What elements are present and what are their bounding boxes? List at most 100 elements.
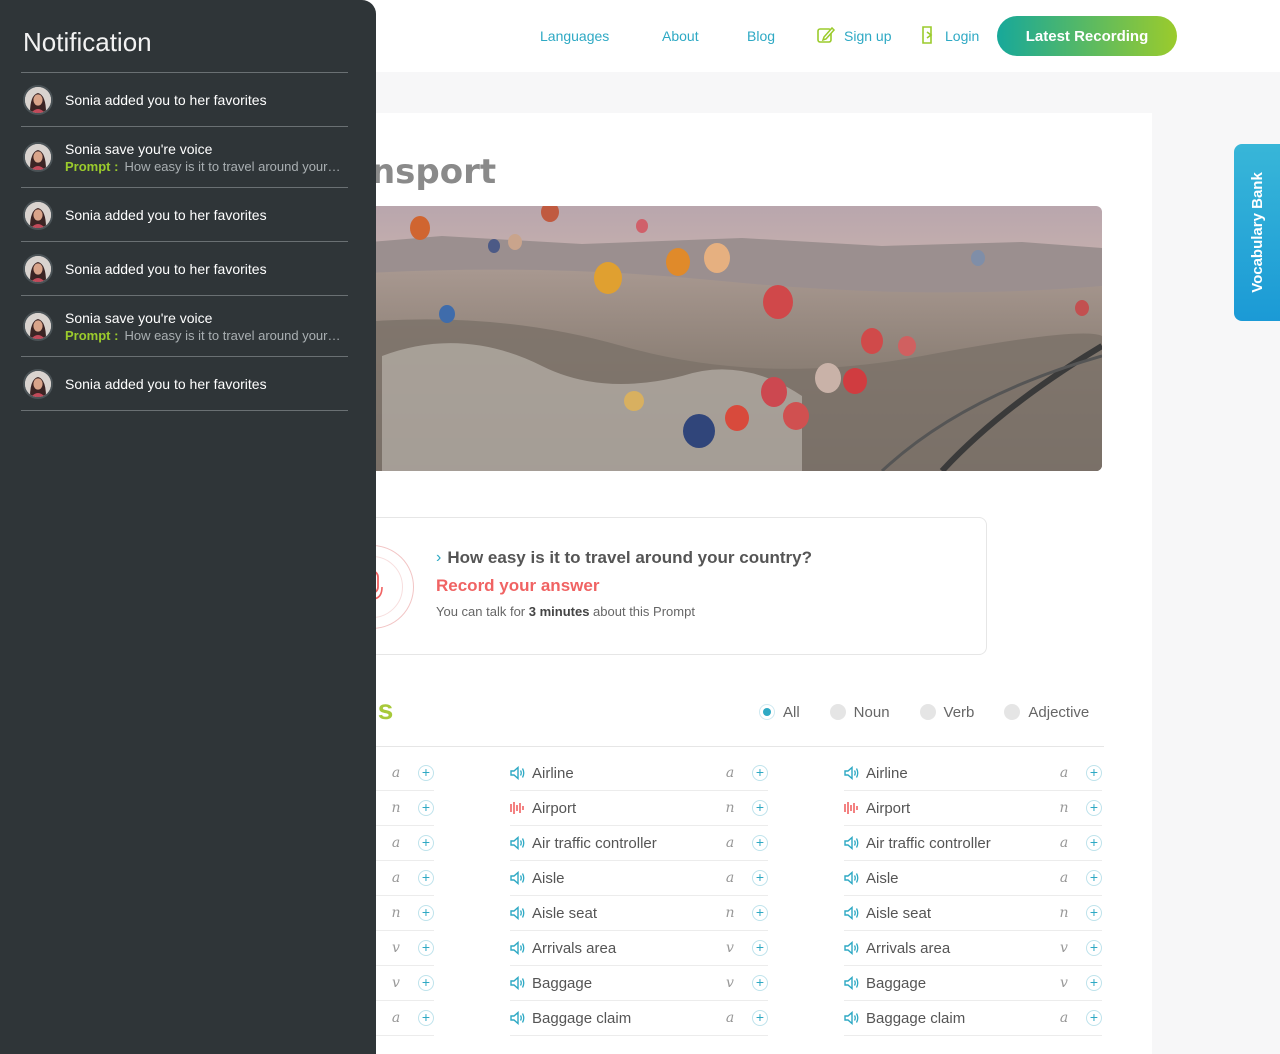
nav-languages-link[interactable]: Languages (540, 16, 609, 56)
vocabulary-bank-label[interactable]: Vocabulary Bank (1249, 172, 1266, 293)
speaker-icon[interactable] (844, 940, 860, 956)
radio-selected-icon[interactable] (759, 704, 775, 720)
notification-prompt: Prompt : How easy is it to travel around … (65, 159, 341, 174)
record-answer-label[interactable]: Record your answer (436, 576, 599, 596)
notification-item[interactable]: Sonia added you to her favorites (21, 242, 348, 296)
add-icon[interactable]: + (752, 1010, 768, 1026)
vocabulary-bank-tab[interactable]: Vocabulary Bank (1234, 144, 1280, 321)
add-icon[interactable]: + (752, 870, 768, 886)
speaker-icon[interactable] (844, 870, 860, 886)
word-row: Baggage v + (510, 966, 768, 1001)
speaker-icon[interactable] (844, 975, 860, 991)
edit-icon (816, 25, 836, 48)
notification-item[interactable]: Sonia save you're voice Prompt : How easy … (21, 296, 348, 357)
notification-item[interactable]: Sonia save you're voice Prompt : How easy … (21, 127, 348, 188)
signup-link[interactable]: Sign up (816, 25, 891, 48)
add-icon[interactable]: + (752, 800, 768, 816)
radio-icon[interactable] (1004, 704, 1021, 720)
add-icon[interactable]: + (752, 765, 768, 781)
add-icon[interactable]: + (418, 800, 434, 816)
speaker-icon[interactable] (844, 1010, 860, 1026)
filter-all[interactable]: All (759, 704, 800, 721)
add-icon[interactable]: + (418, 835, 434, 851)
word-type: a (725, 835, 735, 851)
add-icon[interactable]: + (1086, 1010, 1102, 1026)
radio-icon[interactable] (919, 704, 936, 720)
audio-wave-icon[interactable] (510, 801, 526, 815)
speaker-icon[interactable] (844, 765, 860, 781)
add-icon[interactable]: + (1086, 765, 1102, 781)
notification-panel: Notification Sonia added you to her favo… (0, 0, 376, 1054)
add-icon[interactable]: + (1086, 870, 1102, 886)
filter-noun-label[interactable]: Noun (854, 704, 890, 721)
word-row: Baggage v + (844, 966, 1102, 1001)
avatar (23, 253, 53, 284)
filter-verb[interactable]: Verb (919, 704, 975, 721)
avatar (23, 84, 53, 115)
notification-text: Sonia save you're voice (65, 140, 213, 157)
add-icon[interactable]: + (418, 870, 434, 886)
speaker-icon[interactable] (844, 905, 860, 921)
speaker-icon[interactable] (510, 835, 526, 851)
login-icon (921, 25, 937, 48)
nav-languages-label[interactable]: Languages (540, 28, 609, 44)
word-label: Air traffic controller (866, 834, 991, 852)
notification-item[interactable]: Sonia added you to her favorites (21, 357, 348, 411)
add-icon[interactable]: + (752, 975, 768, 991)
speaker-icon[interactable] (510, 765, 526, 781)
speaker-icon[interactable] (510, 870, 526, 886)
speaker-icon[interactable] (510, 975, 526, 991)
avatar (23, 199, 53, 230)
filter-verb-label[interactable]: Verb (944, 704, 975, 721)
nav-signup-link[interactable]: Sign up (816, 16, 891, 56)
signup-label[interactable]: Sign up (844, 28, 891, 44)
add-icon[interactable]: + (752, 905, 768, 921)
nav-about-link[interactable]: About (662, 16, 699, 56)
word-label: Air traffic controller (532, 834, 657, 852)
nav-blog-label[interactable]: Blog (747, 28, 775, 44)
add-icon[interactable]: + (418, 765, 434, 781)
speaker-icon[interactable] (510, 1010, 526, 1026)
filter-adjective[interactable]: Adjective (1004, 704, 1089, 721)
chevron-right-icon: › (436, 549, 442, 566)
add-icon[interactable]: + (1086, 835, 1102, 851)
avatar (23, 311, 53, 341)
word-type: v (1060, 975, 1068, 991)
word-label: Arrivals area (532, 939, 617, 957)
nav-login-link[interactable]: Login (921, 16, 979, 56)
latest-recording-button[interactable]: Latest Recording (997, 16, 1177, 56)
add-icon[interactable]: + (418, 940, 434, 956)
nav-blog-link[interactable]: Blog (747, 16, 775, 56)
notification-item[interactable]: Sonia added you to her favorites (21, 73, 348, 127)
word-column-left: a + n + a + a + n + v + v + a + (376, 756, 434, 1036)
speaker-icon[interactable] (844, 835, 860, 851)
add-icon[interactable]: + (1086, 940, 1102, 956)
add-icon[interactable]: + (418, 905, 434, 921)
login-label[interactable]: Login (945, 28, 979, 44)
radio-icon[interactable] (829, 704, 846, 720)
talk-suffix: about this Prompt (589, 604, 695, 619)
add-icon[interactable]: + (418, 1010, 434, 1026)
prompt-question-text: How easy is it to travel around your cou… (447, 548, 812, 567)
add-icon[interactable]: + (1086, 800, 1102, 816)
notification-title: Notification (23, 27, 152, 57)
prompt-label: Prompt : (65, 327, 119, 343)
speaker-icon[interactable] (510, 940, 526, 956)
audio-wave-icon[interactable] (844, 801, 860, 815)
add-icon[interactable]: + (1086, 905, 1102, 921)
notification-body: Sonia added you to her favorites (65, 207, 267, 223)
filter-noun[interactable]: Noun (829, 704, 890, 721)
word-label: Baggage claim (532, 1009, 632, 1027)
word-type: a (1059, 870, 1069, 886)
add-icon[interactable]: + (752, 940, 768, 956)
word-type: a (1059, 765, 1069, 781)
add-icon[interactable]: + (752, 835, 768, 851)
nav-about-label[interactable]: About (662, 28, 699, 44)
add-icon[interactable]: + (1086, 975, 1102, 991)
add-icon[interactable]: + (418, 975, 434, 991)
filter-adjective-label[interactable]: Adjective (1028, 704, 1089, 721)
speaker-icon[interactable] (510, 905, 526, 921)
login-link[interactable]: Login (921, 25, 979, 48)
filter-all-label[interactable]: All (783, 704, 800, 721)
notification-item[interactable]: Sonia added you to her favorites (21, 188, 348, 242)
